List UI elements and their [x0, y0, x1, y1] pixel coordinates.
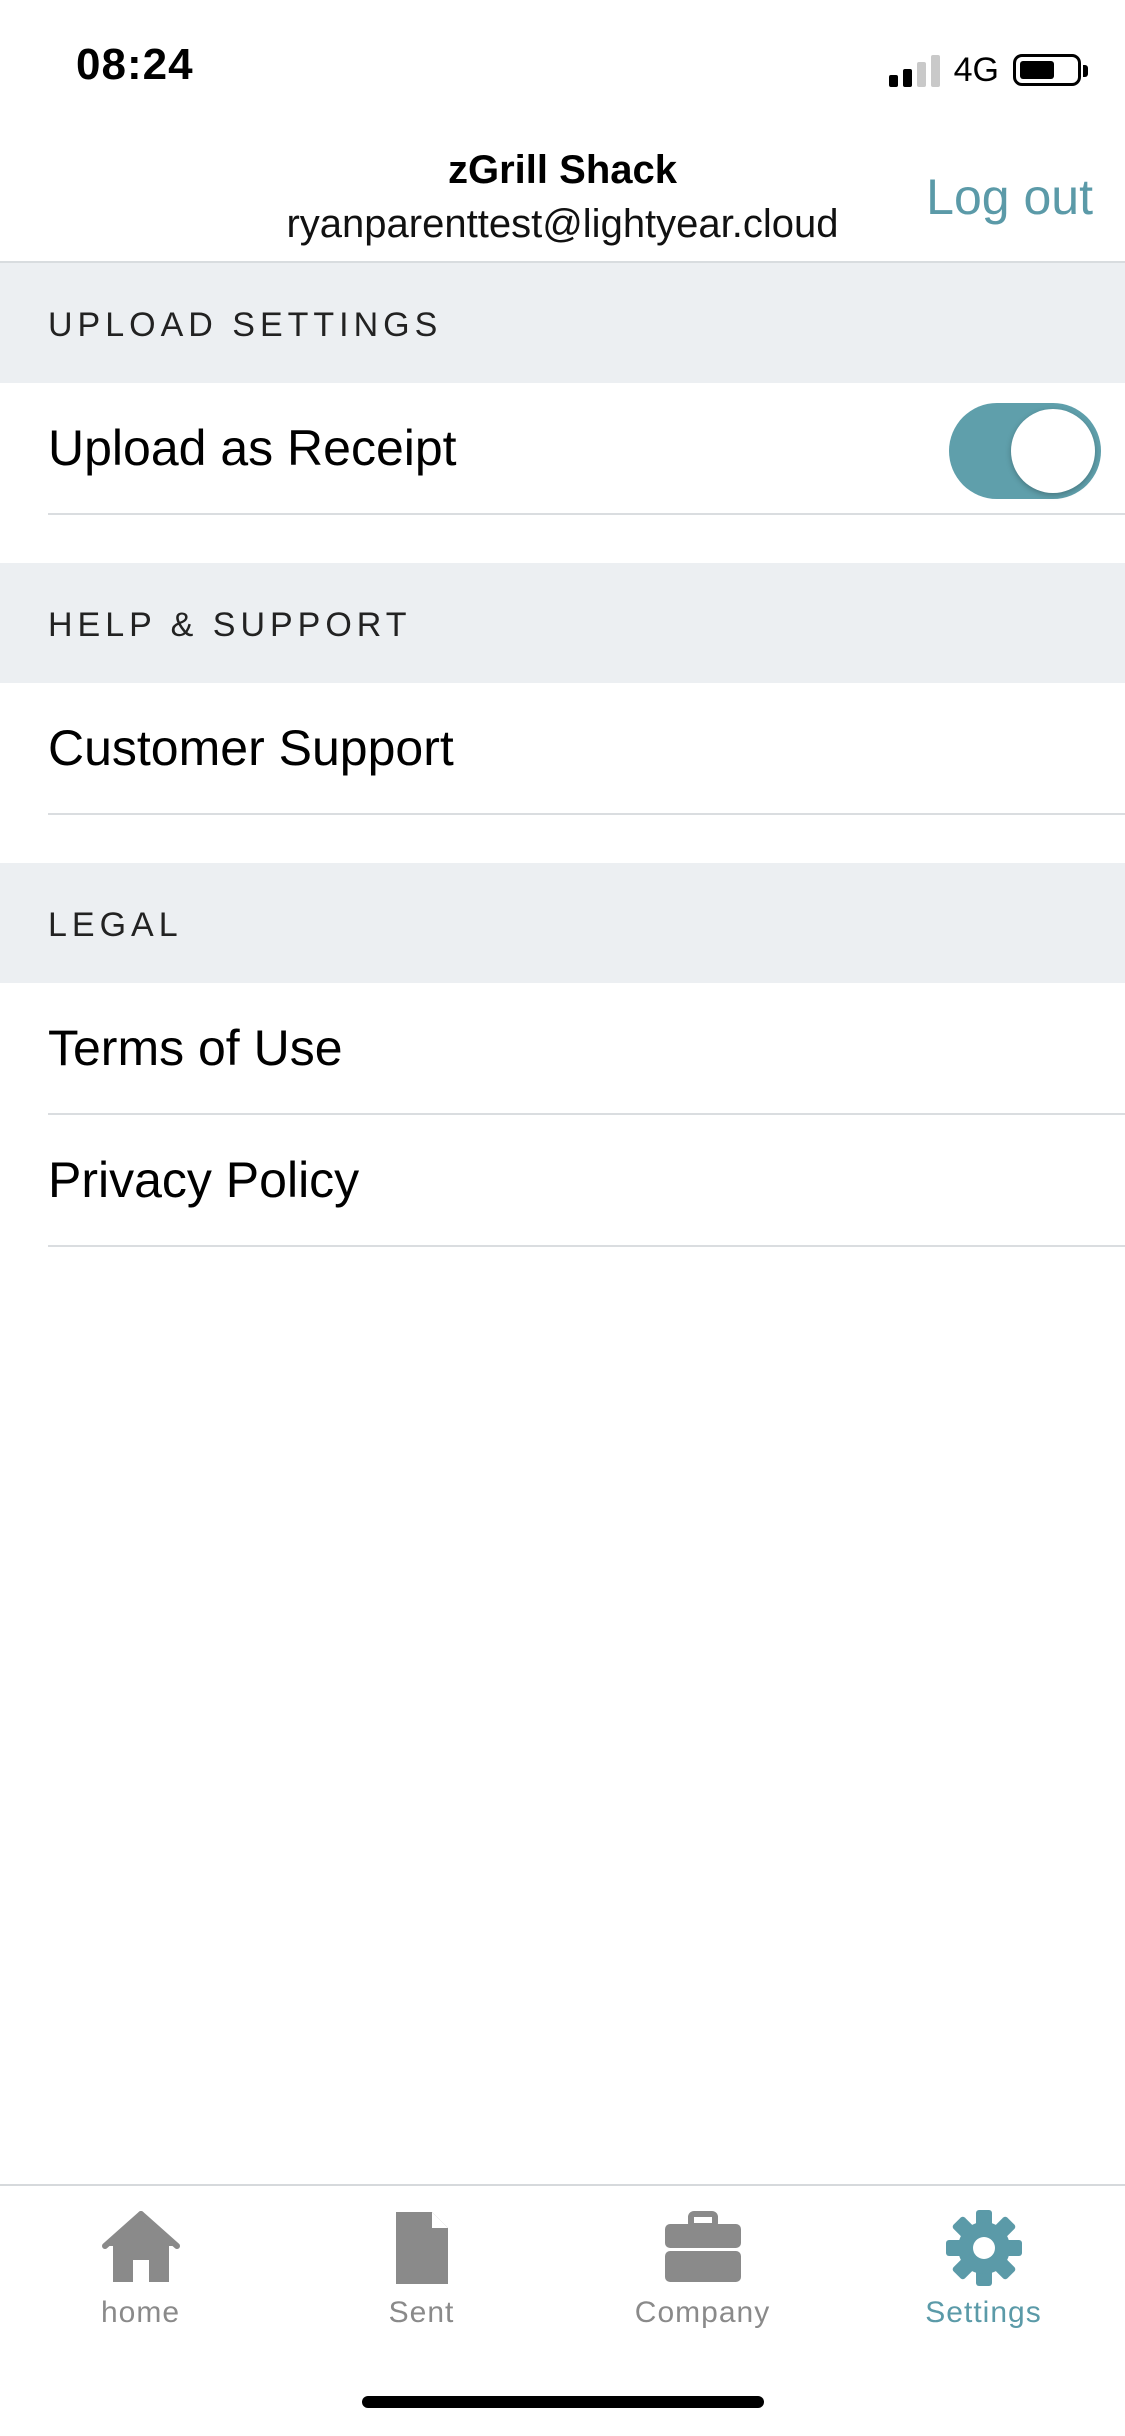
cellular-signal-icon	[888, 53, 940, 87]
battery-icon	[1013, 54, 1088, 86]
upload-as-receipt-toggle[interactable]	[949, 403, 1101, 499]
tab-label: Company	[634, 2296, 771, 2329]
setting-label: Terms of Use	[48, 1020, 343, 1076]
setting-row-terms-of-use[interactable]: Terms of Use	[0, 983, 1125, 1115]
document-icon	[395, 2212, 448, 2284]
home-icon	[101, 2211, 180, 2282]
section-header-help-support: HELP & SUPPORT	[0, 563, 1125, 683]
nav-header: zGrill Shack ryanparenttest@lightyear.cl…	[0, 130, 1125, 263]
setting-row-upload-as-receipt: Upload as Receipt	[0, 383, 1125, 515]
setting-label: Upload as Receipt	[48, 420, 457, 476]
setting-row-privacy-policy[interactable]: Privacy Policy	[0, 1115, 1125, 1247]
tab-home[interactable]: home	[0, 2208, 281, 2348]
home-indicator	[362, 2396, 764, 2408]
section-title: UPLOAD SETTINGS	[48, 306, 443, 344]
logout-button[interactable]: Log out	[926, 168, 1093, 226]
section-header-legal: LEGAL	[0, 863, 1125, 983]
section-title: LEGAL	[48, 906, 183, 944]
briefcase-icon	[664, 2211, 741, 2282]
setting-row-customer-support[interactable]: Customer Support	[0, 683, 1125, 815]
row-divider	[48, 813, 1125, 815]
gear-icon	[945, 2210, 1022, 2286]
tab-label: Settings	[925, 2296, 1042, 2329]
setting-label: Customer Support	[48, 720, 454, 776]
row-divider	[48, 513, 1125, 515]
row-divider	[48, 1245, 1125, 1247]
status-time: 08:24	[76, 40, 194, 89]
tab-company[interactable]: Company	[562, 2208, 843, 2348]
tab-settings[interactable]: Settings	[843, 2208, 1124, 2348]
toggle-knob	[1011, 409, 1095, 493]
section-title: HELP & SUPPORT	[48, 606, 412, 644]
tab-sent[interactable]: Sent	[281, 2208, 562, 2348]
tab-label: home	[100, 2296, 181, 2329]
section-header-upload-settings: UPLOAD SETTINGS	[0, 263, 1125, 383]
status-bar: 08:24 4G	[0, 0, 1125, 130]
network-type: 4G	[953, 50, 999, 89]
tab-label: Sent	[388, 2296, 455, 2329]
setting-label: Privacy Policy	[48, 1152, 360, 1208]
status-indicators: 4G	[888, 50, 1088, 90]
